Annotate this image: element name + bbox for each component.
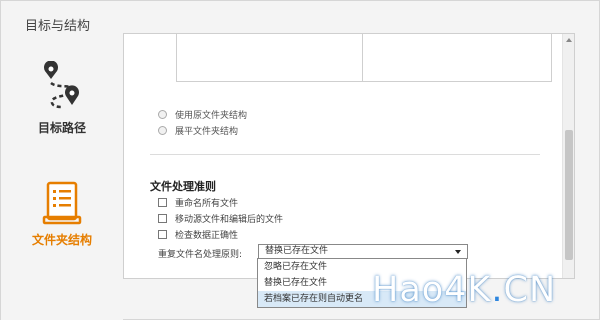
nav-item-folder-structure[interactable]: 文件夹结构 xyxy=(1,181,123,248)
select-value: 替换已存在文件 xyxy=(265,246,329,256)
checkbox[interactable] xyxy=(158,214,167,223)
duplicate-rule-select[interactable]: 替换已存在文件 xyxy=(258,244,468,259)
checkbox-label: 重命名所有文件 xyxy=(175,199,239,209)
nav-label-target-path: 目标路径 xyxy=(37,121,86,135)
structure-preview-right xyxy=(362,34,552,82)
left-navigation: 目标路径 文件夹结构 xyxy=(1,41,123,320)
vertical-scrollbar[interactable] xyxy=(562,34,574,278)
radio-button[interactable] xyxy=(158,110,167,119)
watermark-logo: Hao4K.CN xyxy=(372,270,556,310)
radio-flatten-structure[interactable]: 展平文件夹结构 xyxy=(158,124,238,137)
checkbox-label: 检查数据正确性 xyxy=(175,231,239,241)
radio-use-original-structure[interactable]: 使用原文件夹结构 xyxy=(158,108,247,121)
watermark-dot: . xyxy=(491,270,504,310)
checkbox-rename-all[interactable]: 重命名所有文件 xyxy=(158,196,238,209)
folder-structure-document-icon xyxy=(42,181,82,225)
radio-label: 使用原文件夹结构 xyxy=(175,111,248,121)
route-map-pin-icon xyxy=(44,61,79,109)
checkbox-verify-data[interactable]: 检查数据正确性 xyxy=(158,228,238,241)
nav-item-target-path[interactable]: 目标路径 xyxy=(1,61,123,136)
checkbox-label: 移动源文件和编辑后的文件 xyxy=(175,215,284,225)
checkbox[interactable] xyxy=(158,230,167,239)
radio-button[interactable] xyxy=(158,126,167,135)
scroll-up-arrow-icon[interactable] xyxy=(566,38,572,42)
window-title: 目标与结构 xyxy=(25,19,91,34)
section-divider xyxy=(150,154,540,155)
duplicate-rule-label: 重复文件名处理原则: xyxy=(158,250,243,260)
watermark-text: Hao4K xyxy=(372,270,492,310)
structure-preview-left xyxy=(176,34,366,82)
scroll-thumb[interactable] xyxy=(565,130,573,260)
file-rules-title: 文件处理准则 xyxy=(150,180,216,193)
checkbox-move-source[interactable]: 移动源文件和编辑后的文件 xyxy=(158,212,283,225)
dropdown-arrow-icon xyxy=(455,250,461,254)
content-panel: 使用原文件夹结构 展平文件夹结构 文件处理准则 重命名所有文件 移动源文件和编辑… xyxy=(123,33,575,279)
checkbox[interactable] xyxy=(158,198,167,207)
nav-label-folder-structure: 文件夹结构 xyxy=(31,233,92,247)
radio-label: 展平文件夹结构 xyxy=(175,127,239,137)
watermark-suffix: CN xyxy=(503,270,557,310)
